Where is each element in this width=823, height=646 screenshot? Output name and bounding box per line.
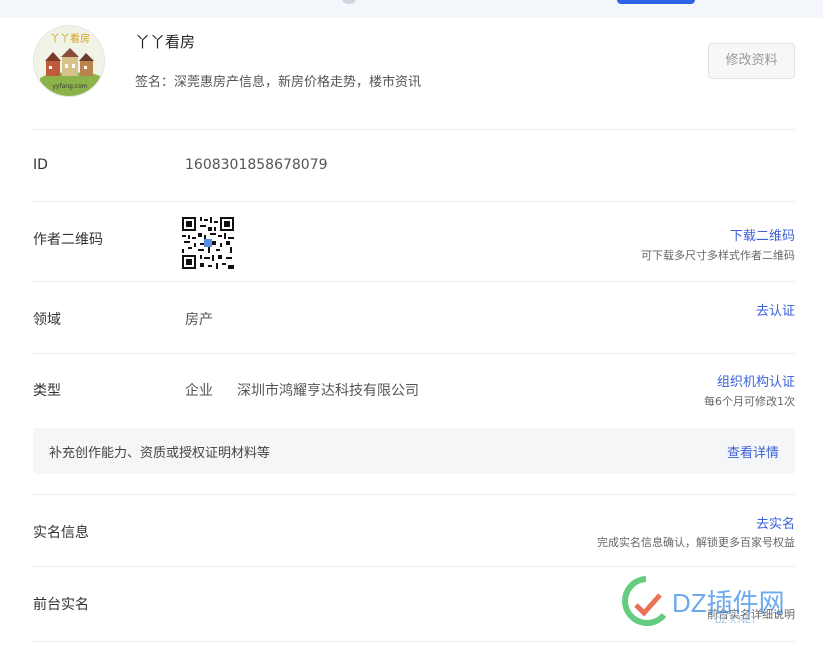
qrcode-row: 作者二维码 下载二维码 可下载多尺寸多样式作者二维码	[33, 201, 795, 281]
profile-name: 丫丫看房	[135, 33, 196, 51]
realname-row: 实名信息 去实名 完成实名信息确认，解锁更多百家号权益	[33, 494, 795, 566]
id-row: ID 1608301858678079	[33, 129, 795, 201]
type-value: 企业	[185, 383, 213, 399]
field-row: 领域 房产 去认证	[33, 281, 795, 353]
front-realname-row: 前台实名 前台实名详细说明	[33, 566, 795, 642]
avatar-image: 丫丫看房 yyfang.com	[34, 26, 104, 96]
field-value: 房产	[185, 312, 213, 328]
realname-label: 实名信息	[33, 525, 89, 541]
supplement-notice: 补充创作能力、资质或授权证明材料等 查看详情	[33, 428, 795, 474]
edit-profile-button[interactable]: 修改资料	[708, 43, 795, 79]
qrcode-description: 可下载多尺寸多样式作者二维码	[641, 249, 795, 262]
front-realname-label: 前台实名	[33, 597, 89, 613]
avatar[interactable]: 丫丫看房 yyfang.com	[33, 25, 105, 97]
field-certify-link[interactable]: 去认证	[756, 300, 795, 319]
profile-header: 丫丫看房 yyfang.com 丫丫看房 签名：深莞惠房产信息，新房价格走势，楼…	[33, 25, 795, 129]
type-company-name: 深圳市鸿耀亨达科技有限公司	[237, 383, 419, 399]
avatar-logo-text: 丫丫看房	[50, 32, 90, 45]
qrcode-image	[182, 217, 234, 269]
avatar-url-text: yyfang.com	[52, 83, 87, 90]
front-realname-description-link[interactable]: 前台实名详细说明	[707, 606, 795, 622]
realname-description: 完成实名信息确认，解锁更多百家号权益	[597, 536, 795, 549]
view-details-link[interactable]: 查看详情	[727, 442, 779, 461]
organization-certify-link[interactable]: 组织机构认证	[717, 371, 795, 390]
type-row: 类型 企业 深圳市鸿耀亨达科技有限公司 组织机构认证 每6个月可修改1次	[33, 353, 795, 428]
type-label: 类型	[33, 383, 61, 399]
download-qrcode-link[interactable]: 下载二维码	[730, 225, 795, 244]
field-label: 领域	[33, 312, 61, 328]
qrcode-label: 作者二维码	[33, 232, 103, 248]
top-bar	[0, 0, 823, 18]
top-bar-button[interactable]	[617, 0, 695, 4]
supplement-notice-text: 补充创作能力、资质或授权证明材料等	[49, 446, 271, 461]
type-modify-hint: 每6个月可修改1次	[704, 395, 795, 408]
profile-signature: 签名：深莞惠房产信息，新房价格走势，楼市资讯	[135, 75, 422, 90]
id-label: ID	[33, 157, 48, 173]
realname-verify-link[interactable]: 去实名	[756, 513, 795, 532]
id-value: 1608301858678079	[185, 157, 328, 173]
top-bar-indicator	[342, 0, 356, 4]
